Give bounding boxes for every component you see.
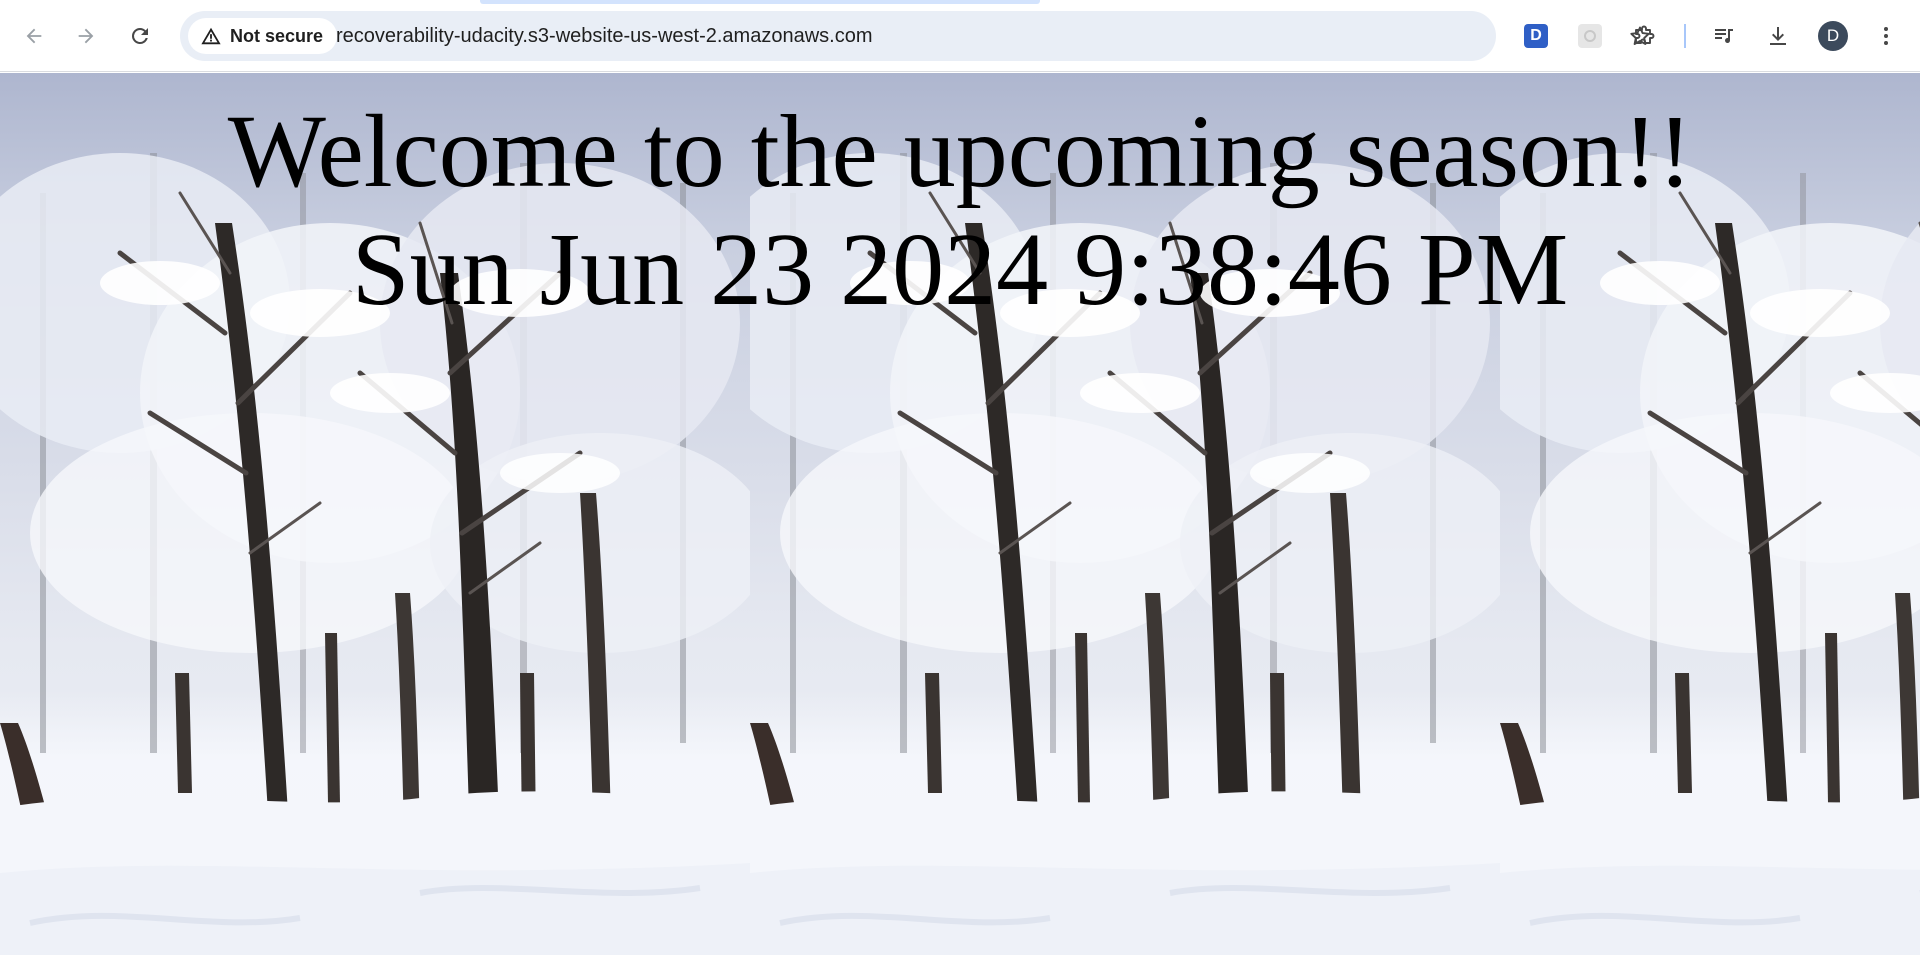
reload-icon xyxy=(132,28,148,44)
address-bar[interactable]: Not secure recoverability-udacity.s3-web… xyxy=(180,11,1650,61)
back-button[interactable] xyxy=(14,16,54,56)
warning-triangle-icon xyxy=(201,27,221,45)
d-extension-icon: D xyxy=(1524,24,1548,48)
current-datetime: Sun Jun 23 2024 9:38:46 PM xyxy=(351,212,1569,327)
browser-toolbar: Not secure recoverability-udacity.s3-web… xyxy=(0,0,1920,72)
download-icon xyxy=(1770,27,1786,45)
url-text[interactable]: recoverability-udacity.s3-website-us-wes… xyxy=(336,11,872,61)
page-heading: Welcome to the upcoming season!! Sun Jun… xyxy=(0,93,1920,329)
puzzle-icon xyxy=(1635,25,1655,44)
active-tab-indicator xyxy=(480,0,1040,4)
downloads-button[interactable] xyxy=(1758,16,1798,56)
forward-button[interactable] xyxy=(66,16,106,56)
arrow-left-icon xyxy=(26,28,42,44)
d-extension-button[interactable]: D xyxy=(1516,16,1556,56)
kebab-menu-icon xyxy=(1884,27,1888,45)
avatar: D xyxy=(1818,21,1848,51)
media-queue-icon xyxy=(1715,29,1733,43)
extensions-button[interactable] xyxy=(1624,16,1664,56)
grey-extension-button[interactable] xyxy=(1570,16,1610,56)
page-content: Welcome to the upcoming season!! Sun Jun… xyxy=(0,73,1920,955)
security-indicator[interactable]: Not secure xyxy=(188,18,338,54)
welcome-message: Welcome to the upcoming season!! xyxy=(227,94,1693,209)
toolbar-divider xyxy=(1684,24,1686,48)
reload-button[interactable] xyxy=(120,16,160,56)
media-button[interactable] xyxy=(1704,16,1744,56)
menu-button[interactable] xyxy=(1866,16,1906,56)
profile-button[interactable]: D xyxy=(1813,16,1853,56)
grey-extension-icon xyxy=(1578,24,1602,48)
security-label: Not secure xyxy=(230,25,324,46)
arrow-right-icon xyxy=(78,28,94,44)
